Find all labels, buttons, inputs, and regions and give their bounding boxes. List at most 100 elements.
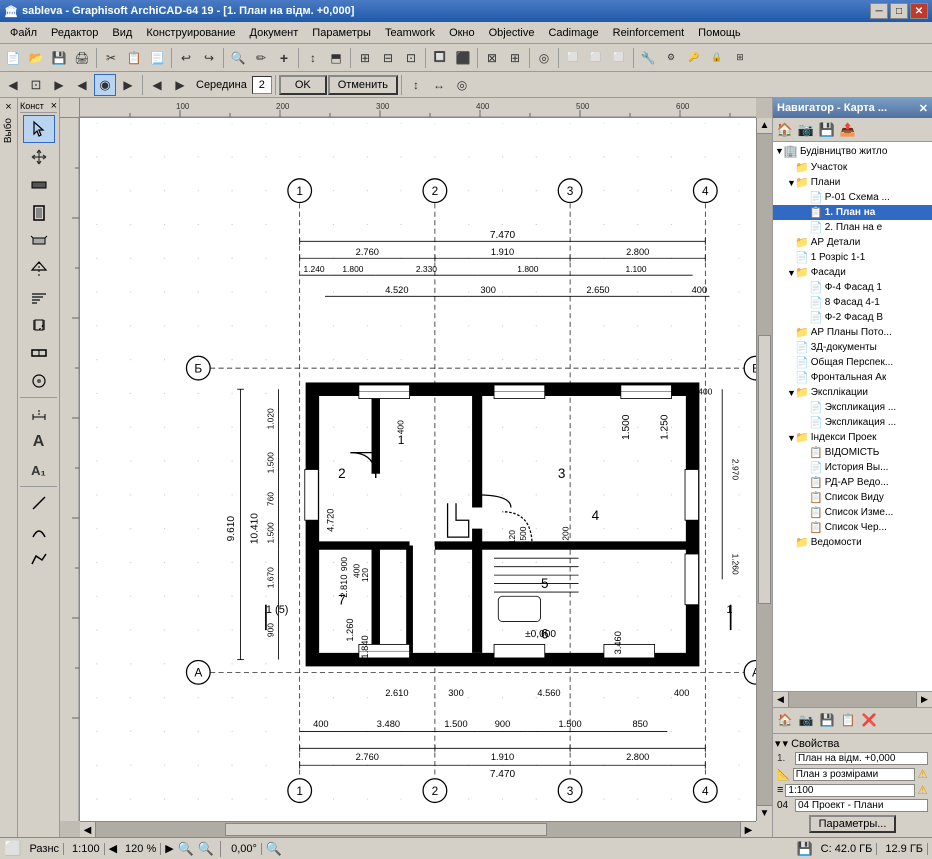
tree-item-istoriya[interactable]: 📄 История Вы...	[773, 460, 932, 475]
nav-save-btn[interactable]: 💾	[817, 120, 837, 140]
tree-item-explik[interactable]: ▼ 📁 Эксплікации	[773, 385, 932, 400]
panel-scroll-h[interactable]: ◀ ▶	[773, 691, 932, 707]
tb2-extra3[interactable]: ◎	[451, 74, 473, 96]
scroll-right-button[interactable]: ▶	[740, 822, 756, 837]
status-zoom-in[interactable]: 🔍	[178, 841, 194, 857]
tree-item-ucastok[interactable]: 📁 Участок	[773, 160, 932, 175]
tb-layers[interactable]: ⊞	[504, 47, 526, 69]
menu-objective[interactable]: Objective	[483, 25, 541, 41]
tb-snap[interactable]: ⊟	[377, 47, 399, 69]
tb-filter[interactable]: ⊠	[481, 47, 503, 69]
tb-select2[interactable]: ⬒	[325, 47, 347, 69]
nav-camera-btn[interactable]: 📷	[796, 120, 816, 140]
scroll-up-button[interactable]: ▲	[757, 118, 772, 134]
tb-extra1[interactable]: ⚙	[660, 47, 682, 69]
tool-stair[interactable]	[23, 283, 55, 311]
menu-cadimage[interactable]: Cadimage	[542, 25, 604, 41]
tree-item-spys-izm[interactable]: 📋 Список Изме...	[773, 505, 932, 520]
tb-print[interactable]: 🖨	[71, 47, 93, 69]
tree-item-ar-plany[interactable]: 📁 АР Планы Пото...	[773, 325, 932, 340]
status-angle[interactable]: 0,00°	[227, 843, 262, 855]
tool-column[interactable]	[23, 199, 55, 227]
menu-teamwork[interactable]: Teamwork	[379, 25, 441, 41]
tb2-arrow-left[interactable]: ◀	[2, 74, 24, 96]
tree-item-vedomosti[interactable]: 📁 Ведомости	[773, 535, 932, 550]
menu-view[interactable]: Вид	[106, 25, 138, 41]
minimize-button[interactable]: ─	[870, 3, 888, 19]
status-zoom-prev[interactable]: ◀	[109, 842, 117, 855]
tb2-select[interactable]: ⊡	[25, 74, 47, 96]
tool-select[interactable]	[23, 115, 55, 143]
tb-paste[interactable]: 📃	[146, 47, 168, 69]
tree-item-plan1[interactable]: 📋 1. План на	[773, 205, 932, 220]
tree-item-3d-docs[interactable]: 📄 3Д-документы	[773, 340, 932, 355]
tree-item-ar-detali[interactable]: 📁 АР Детали	[773, 235, 932, 250]
menu-construct[interactable]: Конструирование	[140, 25, 241, 41]
tree-item-plan2[interactable]: 📄 2. План на е	[773, 220, 932, 235]
close-button[interactable]: ✕	[910, 3, 928, 19]
prop-value-project[interactable]: 04 Проект - Плани	[795, 799, 928, 812]
menu-help[interactable]: Помощь	[692, 25, 747, 41]
tree-item-spys-vyd[interactable]: 📋 Список Виду	[773, 490, 932, 505]
tb-add[interactable]: +	[273, 47, 295, 69]
tool-window[interactable]	[23, 339, 55, 367]
properties-header[interactable]: ▾ ▾ Свойства	[775, 736, 930, 751]
tb-resize[interactable]: ↕	[302, 47, 324, 69]
scrollbar-vertical[interactable]: ▲ ▼	[756, 118, 772, 821]
tool-move[interactable]	[23, 143, 55, 171]
tb-r3[interactable]: ⬜	[608, 47, 630, 69]
tree-item-obshaya[interactable]: 📄 Общая Перспек...	[773, 355, 932, 370]
tree-item-exp1[interactable]: 📄 Экспликация ...	[773, 400, 932, 415]
toolbox-close[interactable]: ×	[51, 100, 57, 112]
scroll-track-v[interactable]	[757, 134, 772, 805]
tool-polyline[interactable]	[23, 545, 55, 573]
tb2-prev[interactable]: ◀	[146, 74, 168, 96]
scrollbar-horizontal[interactable]: ◀ ▶	[80, 821, 756, 837]
tool-object[interactable]	[23, 367, 55, 395]
nav-btn-4[interactable]: 📋	[838, 710, 858, 730]
tb-r1[interactable]: ⬜	[562, 47, 584, 69]
tb-open[interactable]: 📂	[25, 47, 47, 69]
tool-text[interactable]: A	[23, 428, 55, 456]
canvas-area[interactable]: 100 200 300 400 500 600	[60, 98, 772, 837]
scroll-left-button[interactable]: ◀	[80, 822, 96, 837]
tb-redo[interactable]: ↪	[198, 47, 220, 69]
tb-view1[interactable]: 🔲	[429, 47, 451, 69]
tb-new[interactable]: 📄	[2, 47, 24, 69]
menu-reinforcement[interactable]: Reinforcement	[607, 25, 691, 41]
ok-button[interactable]: OK	[279, 75, 327, 95]
menu-document[interactable]: Документ	[244, 25, 305, 41]
nav-btn-close[interactable]: ❌	[859, 710, 879, 730]
cancel-button[interactable]: Отменить	[328, 75, 398, 95]
tool-wall[interactable]	[23, 171, 55, 199]
status-zoom[interactable]: 120 %	[121, 843, 161, 855]
tree-item-indeksy[interactable]: ▼ 📁 Індекси Проек	[773, 430, 932, 445]
tb2-extra2[interactable]: ↔	[428, 74, 450, 96]
status-zoom-out[interactable]: 🔍	[198, 841, 214, 857]
tb-r2[interactable]: ⬜	[585, 47, 607, 69]
tree-item-plany[interactable]: ▼ 📁 Плани	[773, 175, 932, 190]
scroll-track-h[interactable]	[96, 822, 740, 837]
tree-item-spys-ch[interactable]: 📋 Список Чер...	[773, 520, 932, 535]
tab-close-1[interactable]: ×	[2, 100, 16, 114]
tool-arc[interactable]	[23, 517, 55, 545]
tb-extra3[interactable]: 🔒	[706, 47, 728, 69]
tb-view2[interactable]: ⬛	[452, 47, 474, 69]
menu-file[interactable]: Файл	[4, 25, 43, 41]
tab-label-vybo[interactable]: Выбо	[2, 114, 15, 147]
tree-item-frontaln[interactable]: 📄 Фронтальная Ак	[773, 370, 932, 385]
navigator-tree[interactable]: ▼ 🏢 Будівництво житло 📁 Участок ▼ 📁 План…	[773, 142, 932, 691]
nav-btn-1[interactable]: 🏠	[775, 710, 795, 730]
tb2-arrow-left2[interactable]: ◀	[71, 74, 93, 96]
panel-scroll-right[interactable]: ▶	[916, 692, 932, 707]
tree-item-f4[interactable]: 📄 Ф-4 Фасад 1	[773, 280, 932, 295]
tool-slab[interactable]	[23, 227, 55, 255]
tree-item-fasady[interactable]: ▼ 📁 Фасади	[773, 265, 932, 280]
scroll-down-button[interactable]: ▼	[757, 805, 772, 821]
tool-roof[interactable]	[23, 255, 55, 283]
tree-item-r01[interactable]: 📄 Р-01 Схема ...	[773, 190, 932, 205]
tree-item-f2[interactable]: 📄 Ф-2 Фасад В	[773, 310, 932, 325]
middle-value[interactable]: 2	[252, 76, 272, 94]
tree-item-8f[interactable]: 📄 8 Фасад 4-1	[773, 295, 932, 310]
panel-scroll-track[interactable]	[789, 692, 916, 707]
